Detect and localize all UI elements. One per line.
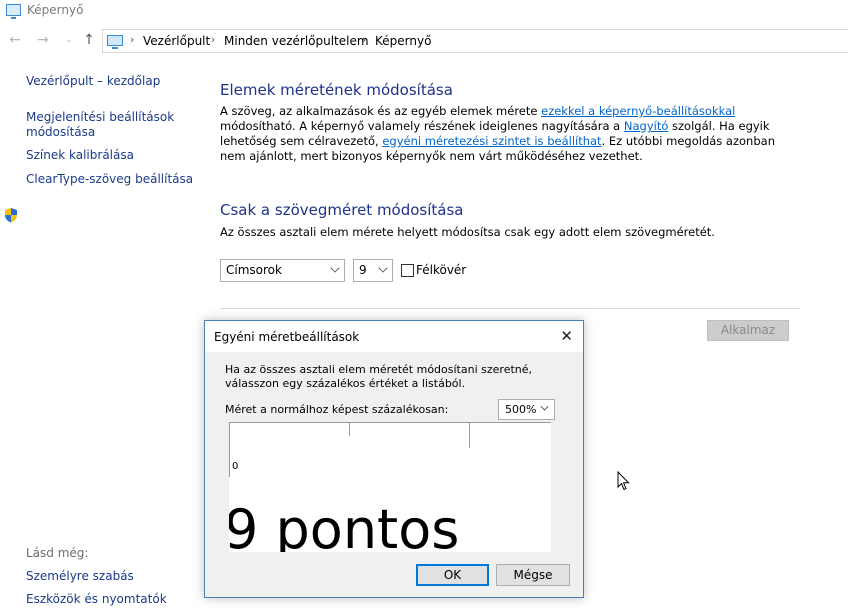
breadcrumb-display[interactable]: Képernyő: [375, 34, 431, 48]
sample-text-preview: 9 pontos: [229, 498, 460, 553]
dialog-title-bar: Egyéni méretbeállítások ✕: [205, 321, 583, 352]
custom-scaling-link[interactable]: egyéni méretezési szintet is beállíthat: [382, 134, 601, 148]
font-size-value: 9: [359, 263, 367, 277]
sidebar-home-link[interactable]: Vezérlőpult – kezdőlap: [26, 74, 160, 89]
cancel-button[interactable]: Mégse: [496, 564, 570, 586]
see-also-heading: Lásd még:: [26, 546, 89, 560]
up-arrow-icon[interactable]: ↑: [80, 31, 98, 49]
ruler-tick: [469, 422, 470, 448]
dialog-description: Ha az összes asztali elem méretét módosí…: [225, 363, 533, 390]
uac-shield-icon: [5, 208, 17, 223]
bold-checkbox[interactable]: [401, 264, 414, 277]
section-description: A szöveg, az alkalmazások és az egyéb el…: [220, 104, 800, 164]
element-select-value: Címsorok: [226, 263, 282, 277]
address-bar[interactable]: › Vezérlőpult › Minden vezérlőpultelem ›…: [102, 29, 848, 53]
section-title-item-size: Elemek méretének módosítása: [220, 81, 453, 99]
font-size-select[interactable]: 9: [353, 259, 393, 282]
magnifier-link[interactable]: Nagyító: [624, 119, 669, 133]
breadcrumb-separator-icon[interactable]: ›: [211, 33, 215, 46]
close-icon[interactable]: ✕: [560, 327, 573, 345]
breadcrumb-separator-icon[interactable]: ›: [362, 33, 366, 46]
chevron-down-icon: [330, 263, 340, 273]
navigation-bar: ← → ⌄ ↑ › Vezérlőpult › Minden vezérlőpu…: [0, 28, 848, 54]
left-panel: Vezérlőpult – kezdőlap Megjelenítési beá…: [0, 60, 200, 613]
ruler-line: [229, 422, 230, 477]
title-bar: Képernyő: [0, 0, 848, 22]
dialog-title: Egyéni méretbeállítások: [214, 330, 360, 344]
back-arrow-icon[interactable]: ←: [6, 31, 24, 49]
sidebar-item-display-settings[interactable]: Megjelenítési beállítások: [26, 110, 174, 125]
scale-percent-select[interactable]: 500%: [498, 399, 555, 420]
sidebar-item-cleartype[interactable]: ClearType-szöveg beállítása: [26, 172, 193, 187]
description-text: módosítható. A képernyő valamely részéne…: [220, 119, 624, 133]
divider: [220, 308, 800, 309]
apply-button[interactable]: Alkalmaz: [707, 320, 789, 341]
ruler-zero-label: 0: [232, 461, 239, 472]
mouse-pointer-icon: [617, 471, 630, 491]
ok-button[interactable]: OK: [416, 564, 489, 586]
breadcrumb-all-items[interactable]: Minden vezérlőpultelem: [224, 34, 369, 48]
recent-locations-chevron-icon[interactable]: ⌄: [60, 31, 78, 49]
see-also-personalization[interactable]: Személyre szabás: [26, 569, 134, 584]
text-size-description: Az összes asztali elem mérete helyett mó…: [220, 225, 715, 239]
section-title-text-size: Csak a szövegméret módosítása: [220, 201, 464, 219]
window-title: Képernyő: [27, 3, 84, 17]
forward-arrow-icon[interactable]: →: [34, 31, 52, 49]
description-text: A szöveg, az alkalmazások és az egyéb el…: [220, 104, 542, 118]
sidebar-item-display-settings-2[interactable]: módosítása: [26, 125, 95, 140]
element-select[interactable]: Címsorok: [220, 259, 345, 282]
breadcrumb-separator-icon[interactable]: ›: [130, 33, 134, 46]
display-settings-link[interactable]: ezekkel a képernyő-beállításokkal: [541, 104, 735, 118]
computer-icon: [107, 35, 123, 49]
chevron-down-icon: [540, 402, 549, 411]
ruler-tick: [349, 422, 350, 436]
chevron-down-icon: [378, 263, 388, 273]
breadcrumb-control-panel[interactable]: Vezérlőpult: [143, 34, 210, 48]
scale-label: Méret a normálhoz képest százalékosan:: [225, 403, 449, 416]
bold-label[interactable]: Félkövér: [416, 263, 466, 277]
sidebar-item-calibrate-colors[interactable]: Színek kalibrálása: [26, 148, 134, 163]
custom-sizing-dialog: Egyéni méretbeállítások ✕ Ha az összes a…: [204, 320, 584, 598]
see-also-devices-printers[interactable]: Eszközök és nyomtatók: [26, 592, 167, 607]
scale-ruler[interactable]: 0 9 pontos: [229, 422, 551, 552]
display-icon: [6, 4, 21, 19]
ruler-line: [229, 422, 551, 423]
scale-percent-value: 500%: [505, 403, 537, 416]
